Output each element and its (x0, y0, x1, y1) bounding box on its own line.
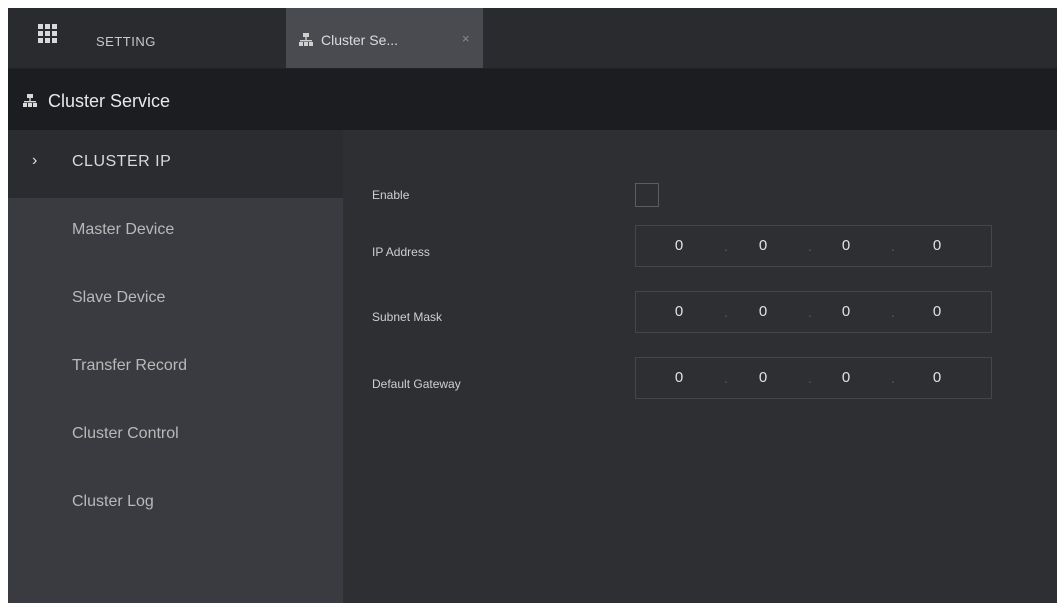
subnet-mask-octet-1[interactable]: 0 (659, 303, 699, 320)
tab-setting-label: SETTING (96, 34, 156, 49)
octet-separator: . (808, 238, 812, 254)
subnet-mask-octet-2[interactable]: 0 (743, 303, 783, 320)
ip-address-octet-3[interactable]: 0 (826, 237, 866, 254)
cluster-network-icon (22, 93, 38, 114)
octet-separator: . (891, 304, 895, 320)
close-icon[interactable]: × (462, 31, 470, 46)
page-title: Cluster Service (48, 91, 171, 111)
ip-address-field[interactable]: 0 . 0 . 0 . 0 (635, 225, 992, 267)
octet-separator: . (891, 238, 895, 254)
default-gateway-label: Default Gateway (372, 377, 461, 391)
sidebar: › CLUSTER IP Master Device Slave Device … (8, 130, 343, 603)
sidebar-item-cluster-ip[interactable]: › CLUSTER IP (8, 130, 343, 198)
default-gateway-octet-1[interactable]: 0 (659, 369, 699, 386)
octet-separator: . (808, 304, 812, 320)
default-gateway-field[interactable]: 0 . 0 . 0 . 0 (635, 357, 992, 399)
sidebar-item-cluster-control[interactable]: Cluster Control (8, 402, 343, 470)
tab-setting[interactable]: SETTING (8, 8, 286, 68)
octet-separator: . (891, 370, 895, 386)
sidebar-item-label: Slave Device (72, 289, 166, 306)
octet-separator: . (724, 238, 728, 254)
octet-separator: . (808, 370, 812, 386)
octet-separator: . (724, 370, 728, 386)
chevron-right-icon: › (32, 152, 38, 169)
sidebar-item-transfer-record[interactable]: Transfer Record (8, 334, 343, 402)
sidebar-item-label: Cluster Control (72, 425, 179, 442)
cluster-network-icon (298, 32, 314, 53)
tab-cluster-service[interactable]: Cluster Se... × (286, 8, 483, 68)
subnet-mask-octet-4[interactable]: 0 (917, 303, 957, 320)
sidebar-item-cluster-log[interactable]: Cluster Log (8, 470, 343, 538)
enable-label: Enable (372, 188, 410, 202)
sidebar-item-slave-device[interactable]: Slave Device (8, 266, 343, 334)
ip-address-octet-2[interactable]: 0 (743, 237, 783, 254)
tab-bar: SETTING Cluster Se... × (8, 8, 1057, 69)
sidebar-item-label: Cluster Log (72, 493, 154, 510)
octet-separator: . (724, 304, 728, 320)
subnet-mask-octet-3[interactable]: 0 (826, 303, 866, 320)
ip-address-label: IP Address (372, 245, 430, 259)
tab-cluster-label: Cluster Se... (321, 32, 399, 48)
grid-menu-icon[interactable] (38, 24, 58, 44)
sidebar-item-label: Transfer Record (72, 357, 187, 374)
page-header: Cluster Service (8, 69, 1057, 130)
default-gateway-octet-3[interactable]: 0 (826, 369, 866, 386)
app-window: SETTING Cluster Se... × Cluster Service … (8, 8, 1057, 603)
subnet-mask-label: Subnet Mask (372, 310, 443, 324)
enable-checkbox[interactable] (635, 183, 659, 207)
cluster-ip-panel: Enable IP Address 0 . 0 . 0 . 0 Subnet M… (343, 130, 1057, 603)
ip-address-octet-1[interactable]: 0 (659, 237, 699, 254)
sidebar-item-master-device[interactable]: Master Device (8, 198, 343, 266)
subnet-mask-field[interactable]: 0 . 0 . 0 . 0 (635, 291, 992, 333)
sidebar-item-label: CLUSTER IP (72, 153, 172, 170)
ip-address-octet-4[interactable]: 0 (917, 237, 957, 254)
default-gateway-octet-4[interactable]: 0 (917, 369, 957, 386)
sidebar-item-label: Master Device (72, 221, 175, 238)
default-gateway-octet-2[interactable]: 0 (743, 369, 783, 386)
